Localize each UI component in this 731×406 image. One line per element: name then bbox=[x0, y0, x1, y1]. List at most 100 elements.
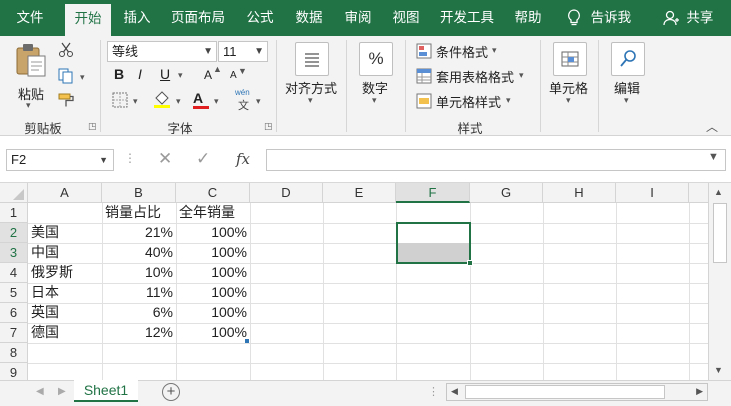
fill-color-icon[interactable] bbox=[153, 90, 171, 108]
shrink-font-button[interactable]: A bbox=[230, 70, 237, 81]
cell-c2[interactable]: 100% bbox=[176, 223, 250, 243]
tell-me-button[interactable]: 告诉我 bbox=[560, 0, 638, 36]
selection-fill-handle[interactable] bbox=[467, 260, 473, 266]
tab-data[interactable]: 数据 bbox=[288, 0, 330, 36]
fill-color-dropdown-icon[interactable]: ▾ bbox=[176, 96, 181, 107]
column-header-g[interactable]: G bbox=[470, 183, 543, 203]
cell-b1[interactable]: 销量占比 bbox=[102, 203, 176, 223]
cell-c1[interactable]: 全年销量 bbox=[176, 203, 250, 223]
select-all-corner[interactable] bbox=[0, 183, 28, 203]
row-header-3[interactable]: 3 bbox=[0, 243, 28, 263]
column-header-f[interactable]: F bbox=[396, 183, 470, 203]
cell-a5[interactable]: 日本 bbox=[28, 283, 102, 303]
border-dropdown-icon[interactable]: ▾ bbox=[133, 96, 138, 107]
italic-button[interactable]: I bbox=[138, 66, 142, 82]
row-header-4[interactable]: 4 bbox=[0, 263, 28, 283]
cell-c5[interactable]: 100% bbox=[176, 283, 250, 303]
enter-icon[interactable]: ✓ bbox=[196, 149, 210, 169]
cut-icon[interactable] bbox=[58, 42, 74, 58]
cell-b2[interactable]: 21% bbox=[102, 223, 176, 243]
tab-page-layout[interactable]: 页面布局 bbox=[164, 0, 232, 36]
cell-c7[interactable]: 100% bbox=[176, 323, 250, 343]
formula-input[interactable] bbox=[266, 149, 726, 171]
vertical-scrollbar[interactable]: ▲ ▼ bbox=[708, 183, 731, 380]
cell-a4[interactable]: 俄罗斯 bbox=[28, 263, 102, 283]
cell-b4[interactable]: 10% bbox=[102, 263, 176, 283]
grow-font-button[interactable]: A bbox=[204, 68, 212, 82]
font-color-button[interactable]: A bbox=[193, 90, 209, 109]
clipboard-launcher-icon[interactable]: ◳ bbox=[88, 121, 97, 132]
insert-function-button[interactable]: fx bbox=[236, 150, 250, 168]
tab-scroll-left-icon[interactable]: ◀ bbox=[36, 386, 44, 397]
collapse-ribbon-icon[interactable]: ︿ bbox=[706, 118, 718, 135]
row-header-6[interactable]: 6 bbox=[0, 303, 28, 323]
font-color-dropdown-icon[interactable]: ▾ bbox=[214, 96, 219, 107]
row-header-2[interactable]: 2 bbox=[0, 223, 28, 243]
editing-button[interactable]: 编辑 ▾ bbox=[604, 40, 652, 110]
row-header-9[interactable]: 9 bbox=[0, 363, 28, 380]
tab-review[interactable]: 审阅 bbox=[338, 0, 378, 36]
row-header-5[interactable]: 5 bbox=[0, 283, 28, 303]
cell-a6[interactable]: 英国 bbox=[28, 303, 102, 323]
cell-a2[interactable]: 美国 bbox=[28, 223, 102, 243]
cell-b6[interactable]: 6% bbox=[102, 303, 176, 323]
scroll-left-icon[interactable]: ◀ bbox=[451, 386, 458, 397]
font-name-combo[interactable]: 等线 ▼ bbox=[107, 41, 217, 62]
format-painter-icon[interactable] bbox=[58, 92, 76, 108]
border-icon[interactable] bbox=[112, 92, 128, 108]
column-header-c[interactable]: C bbox=[176, 183, 250, 203]
cell-a3[interactable]: 中国 bbox=[28, 243, 102, 263]
tab-formulas[interactable]: 公式 bbox=[240, 0, 280, 36]
copy-icon[interactable] bbox=[58, 68, 74, 84]
scroll-up-icon[interactable]: ▲ bbox=[714, 187, 723, 197]
phonetic-button[interactable]: wén 文 bbox=[234, 88, 254, 112]
font-launcher-icon[interactable]: ◳ bbox=[264, 121, 273, 132]
scroll-down-icon[interactable]: ▼ bbox=[714, 365, 723, 375]
cell-c6[interactable]: 100% bbox=[176, 303, 250, 323]
add-sheet-button[interactable]: + bbox=[162, 383, 180, 401]
column-header-d[interactable]: D bbox=[250, 183, 323, 203]
paste-button[interactable]: 粘贴 ▾ bbox=[10, 42, 50, 110]
tab-file[interactable]: 文件 bbox=[8, 0, 52, 36]
column-header-i[interactable]: I bbox=[616, 183, 689, 203]
cell-c4[interactable]: 100% bbox=[176, 263, 250, 283]
name-box[interactable]: F2 ▼ bbox=[6, 149, 114, 171]
column-header-a[interactable]: A bbox=[28, 183, 102, 203]
alignment-button[interactable]: 对齐方式 ▾ bbox=[282, 40, 342, 110]
cell-b5[interactable]: 11% bbox=[102, 283, 176, 303]
cell-b3[interactable]: 40% bbox=[102, 243, 176, 263]
tab-developer[interactable]: 开发工具 bbox=[434, 0, 500, 36]
underline-dropdown-icon[interactable]: ▾ bbox=[178, 70, 183, 81]
expand-formula-icon[interactable]: ▼ bbox=[708, 151, 719, 163]
cancel-icon[interactable]: ✕ bbox=[158, 149, 172, 169]
vertical-scroll-thumb[interactable] bbox=[713, 203, 727, 263]
column-header-h[interactable]: H bbox=[543, 183, 616, 203]
font-size-combo[interactable]: 11 ▼ bbox=[218, 41, 268, 62]
row-header-1[interactable]: 1 bbox=[0, 203, 28, 223]
share-button[interactable]: 共享 bbox=[656, 0, 720, 36]
underline-button[interactable]: U bbox=[160, 66, 170, 82]
cell-a7[interactable]: 德国 bbox=[28, 323, 102, 343]
number-button[interactable]: % 数字 ▾ bbox=[352, 40, 400, 110]
tab-scroll-right-icon[interactable]: ▶ bbox=[58, 386, 66, 397]
column-header-b[interactable]: B bbox=[102, 183, 176, 203]
sheet-tab-sheet1[interactable]: Sheet1 bbox=[74, 380, 138, 402]
scroll-right-icon[interactable]: ▶ bbox=[696, 386, 703, 397]
cell-c3[interactable]: 100% bbox=[176, 243, 250, 263]
column-header-e[interactable]: E bbox=[323, 183, 396, 203]
tab-view[interactable]: 视图 bbox=[386, 0, 426, 36]
horizontal-scroll-thumb[interactable] bbox=[465, 385, 665, 399]
selected-range[interactable] bbox=[396, 222, 471, 264]
horizontal-scrollbar[interactable]: ◀ ▶ bbox=[446, 383, 708, 401]
cells-dropdown-icon: ▾ bbox=[566, 95, 571, 105]
cells-button[interactable]: 单元格 ▾ bbox=[546, 40, 594, 110]
cell-b7[interactable]: 12% bbox=[102, 323, 176, 343]
phonetic-dropdown-icon[interactable]: ▾ bbox=[256, 96, 261, 107]
copy-dropdown-icon[interactable]: ▾ bbox=[80, 72, 85, 83]
row-header-7[interactable]: 7 bbox=[0, 323, 28, 343]
tab-home[interactable]: 开始 bbox=[65, 4, 111, 36]
row-header-8[interactable]: 8 bbox=[0, 343, 28, 363]
tab-insert[interactable]: 插入 bbox=[116, 0, 158, 36]
bold-button[interactable]: B bbox=[114, 66, 124, 82]
tab-help[interactable]: 帮助 bbox=[506, 0, 550, 36]
